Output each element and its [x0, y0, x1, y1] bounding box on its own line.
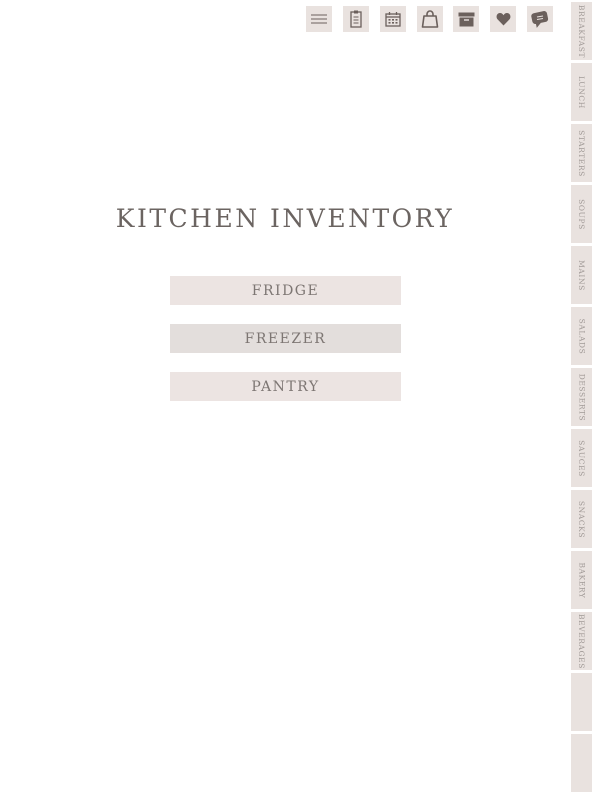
tab-salads[interactable]: SALADS	[571, 307, 592, 365]
tab-desserts[interactable]: DESSERTS	[571, 368, 592, 426]
tab-starters[interactable]: STARTERS	[571, 124, 592, 182]
tab-sauces[interactable]: SAUCES	[571, 429, 592, 487]
calendar-icon	[385, 11, 401, 27]
tab-mains[interactable]: MAINS	[571, 246, 592, 304]
tab-label: STARTERS	[577, 129, 587, 177]
notepad-icon	[350, 10, 362, 28]
tab-label: BAKERY	[577, 562, 587, 598]
menu-icon	[311, 14, 327, 24]
tab-label: BEVERAGES	[577, 613, 587, 669]
heart-icon	[496, 12, 510, 26]
archive-box-icon	[458, 12, 474, 26]
tab-beverages[interactable]: BEVERAGES	[571, 612, 592, 670]
tab-label: SNACKS	[577, 500, 587, 538]
tab-label: MAINS	[577, 259, 587, 291]
pantry-button[interactable]: PANTRY	[170, 372, 401, 401]
page: KITCHEN INVENTORY FRIDGE FREEZER PANTRY …	[0, 0, 595, 793]
tab-bakery[interactable]: BAKERY	[571, 551, 592, 609]
calendar-button[interactable]	[380, 6, 406, 32]
tab-blank-1[interactable]	[571, 673, 592, 731]
tab-label: SOUPS	[577, 198, 587, 230]
speech-bubble-icon	[531, 11, 549, 28]
tab-blank-2[interactable]	[571, 734, 592, 792]
tab-label: LUNCH	[577, 75, 587, 109]
menu-button[interactable]	[306, 6, 332, 32]
shopping-bag-icon	[421, 10, 439, 28]
fridge-button[interactable]: FRIDGE	[170, 276, 401, 305]
chat-button[interactable]	[527, 6, 553, 32]
tab-soups[interactable]: SOUPS	[571, 185, 592, 243]
tab-snacks[interactable]: SNACKS	[571, 490, 592, 548]
tab-lunch[interactable]: LUNCH	[571, 63, 592, 121]
favorites-button[interactable]	[490, 6, 516, 32]
page-title: KITCHEN INVENTORY	[115, 204, 455, 233]
archive-button[interactable]	[453, 6, 479, 32]
tab-label: BREAKFAST	[577, 4, 587, 58]
notes-button[interactable]	[343, 6, 369, 32]
tab-label: SALADS	[577, 318, 587, 354]
tab-breakfast[interactable]: BREAKFAST	[571, 2, 592, 60]
freezer-button[interactable]: FREEZER	[170, 324, 401, 353]
tab-label: DESSERTS	[577, 373, 586, 421]
tab-label: SAUCES	[577, 439, 587, 477]
shopping-button[interactable]	[417, 6, 443, 32]
